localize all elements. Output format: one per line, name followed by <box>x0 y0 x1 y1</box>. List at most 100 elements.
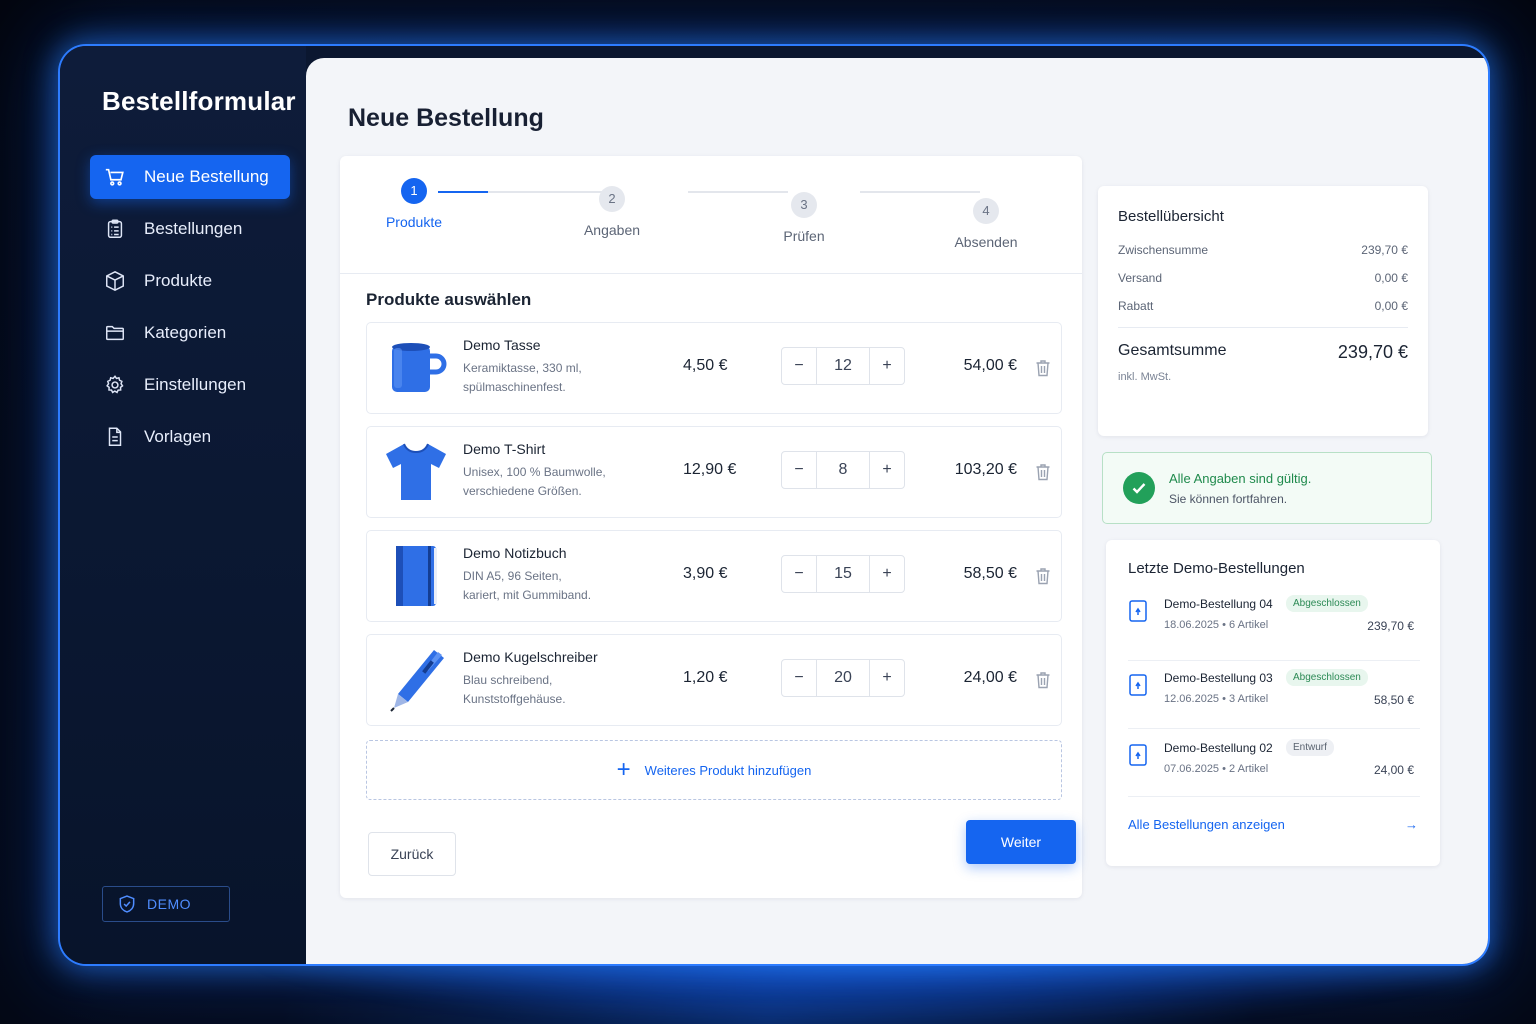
summary-label: Rabatt <box>1118 299 1154 313</box>
product-row: Demo T-Shirt Unisex, 100 % Baumwolle, ver… <box>366 426 1062 518</box>
notebook-icon <box>377 537 455 615</box>
tax-note: inkl. MwSt. <box>1118 371 1172 383</box>
status-badge: Entwurf <box>1286 739 1334 756</box>
product-price: 3,90 € <box>683 565 728 582</box>
sidebar-item-label: Einstellungen <box>144 375 247 394</box>
order-name: Demo-Bestellung 04 <box>1164 597 1273 611</box>
page-title: Neue Bestellung <box>348 104 544 132</box>
sidebar-item-vorlagen[interactable]: Vorlagen <box>90 415 290 459</box>
all-orders-link[interactable]: Alle Bestellungen anzeigen → <box>1128 817 1418 832</box>
sidebar-item-bestellungen[interactable]: Bestellungen <box>90 207 290 251</box>
step-label: Prüfen <box>783 228 825 244</box>
quantity-stepper: − 12 + <box>781 347 905 385</box>
order-item[interactable]: Demo-Bestellung 02 Entwurf 07.06.2025 • … <box>1128 729 1420 797</box>
back-button[interactable]: Zurück <box>368 832 456 876</box>
sidebar-item-kategorien[interactable]: Kategorien <box>90 311 290 355</box>
order-form-card: 1 Produkte 2 Angaben 3 Prüfen 4 Absenden… <box>340 156 1082 898</box>
add-product-button[interactable]: + Weiteres Produkt hinzufügen <box>366 740 1062 800</box>
summary-value: 239,70 € <box>1361 243 1408 257</box>
decrease-button[interactable]: − <box>782 348 816 384</box>
decrease-button[interactable]: − <box>782 660 816 696</box>
increase-button[interactable]: + <box>870 556 904 592</box>
step-pruefen[interactable]: 3 Prüfen <box>744 192 864 244</box>
product-price: 1,20 € <box>683 669 728 686</box>
summary-row: Versand 0,00 € <box>1118 271 1408 285</box>
product-description: Keramiktasse, 330 ml, spülmaschinenfest. <box>463 361 582 394</box>
product-total: 103,20 € <box>954 461 1017 478</box>
trash-icon[interactable] <box>1035 567 1051 585</box>
increase-button[interactable]: + <box>870 452 904 488</box>
clipboard-icon <box>104 218 126 240</box>
step-label: Absenden <box>954 234 1018 250</box>
order-amount: 58,50 € <box>1373 693 1414 707</box>
quantity-value[interactable]: 12 <box>816 348 870 384</box>
product-name: Demo T-Shirt <box>463 441 546 457</box>
step-label: Angaben <box>583 222 641 238</box>
quantity-stepper: − 8 + <box>781 451 905 489</box>
quantity-value[interactable]: 8 <box>816 452 870 488</box>
stepper: 1 Produkte 2 Angaben 3 Prüfen 4 Absenden <box>340 156 1082 274</box>
trash-icon[interactable] <box>1035 463 1051 481</box>
summary-row: Zwischensumme 239,70 € <box>1118 243 1408 257</box>
step-absenden[interactable]: 4 Absenden <box>926 198 1046 250</box>
product-name: Demo Notizbuch <box>463 545 567 561</box>
divider <box>1118 327 1408 328</box>
sidebar-item-einstellungen[interactable]: Einstellungen <box>90 363 290 407</box>
summary-label: Versand <box>1118 271 1163 285</box>
arrow-right-icon: → <box>1405 817 1418 832</box>
decrease-button[interactable]: − <box>782 556 816 592</box>
status-badge: Abgeschlossen <box>1286 595 1368 612</box>
order-item[interactable]: Demo-Bestellung 04 Abgeschlossen 18.06.2… <box>1128 593 1420 661</box>
order-name: Demo-Bestellung 03 <box>1164 671 1273 685</box>
validation-alert: Alle Angaben sind gültig. Sie können for… <box>1102 452 1432 524</box>
next-button[interactable]: Weiter <box>966 820 1076 864</box>
increase-button[interactable]: + <box>870 348 904 384</box>
sidebar-item-produkte[interactable]: Produkte <box>90 259 290 303</box>
sidebar-item-label: Neue Bestellung <box>144 167 269 186</box>
order-meta: 12.06.2025 • 3 Artikel <box>1164 693 1269 705</box>
sidebar-item-neue-bestellung[interactable]: Neue Bestellung <box>90 155 290 199</box>
sidebar: Bestellformular Neue Bestellung Bestellu… <box>60 46 306 964</box>
plus-icon: + <box>616 756 631 783</box>
sidebar-item-label: Vorlagen <box>144 427 212 446</box>
product-row: Demo Tasse Keramiktasse, 330 ml, spülmasc… <box>366 322 1062 414</box>
trash-icon[interactable] <box>1035 671 1051 689</box>
quantity-value[interactable]: 20 <box>816 660 870 696</box>
all-orders-label: Alle Bestellungen anzeigen <box>1128 817 1285 832</box>
quantity-value[interactable]: 15 <box>816 556 870 592</box>
increase-button[interactable]: + <box>870 660 904 696</box>
step-produkte[interactable]: 1 Produkte <box>354 178 474 230</box>
demo-badge: DEMO <box>102 886 230 922</box>
quantity-stepper: − 15 + <box>781 555 905 593</box>
validation-subtitle: Sie können fortfahren. <box>1169 491 1288 506</box>
sidebar-item-label: Bestellungen <box>144 219 243 238</box>
order-amount: 239,70 € <box>1367 619 1414 633</box>
product-total: 24,00 € <box>963 669 1017 686</box>
summary-value: 0,00 € <box>1374 271 1408 285</box>
product-row: Demo Notizbuch DIN A5, 96 Seiten, kariert… <box>366 530 1062 622</box>
summary-label: Zwischensumme <box>1118 243 1209 257</box>
trash-icon[interactable] <box>1035 359 1051 377</box>
summary-total: Gesamtsumme 239,70 € <box>1118 342 1408 363</box>
step-number: 4 <box>973 198 999 224</box>
check-circle-icon <box>1123 472 1155 504</box>
product-description: Blau schreibend, Kunststoffgehäuse. <box>463 673 566 706</box>
mug-icon <box>377 329 455 407</box>
quantity-stepper: − 20 + <box>781 659 905 697</box>
pen-icon <box>377 641 455 719</box>
demo-label: DEMO <box>147 896 191 912</box>
order-document-icon <box>1129 744 1147 766</box>
decrease-button[interactable]: − <box>782 452 816 488</box>
order-item[interactable]: Demo-Bestellung 03 Abgeschlossen 12.06.2… <box>1128 661 1420 729</box>
app-window: Bestellformular Neue Bestellung Bestellu… <box>60 46 1488 964</box>
step-label: Produkte <box>385 214 443 230</box>
product-total: 54,00 € <box>963 357 1017 374</box>
step-angaben[interactable]: 2 Angaben <box>552 186 672 238</box>
document-icon <box>104 426 126 448</box>
product-row: Demo Kugelschreiber Blau schreibend, Kuns… <box>366 634 1062 726</box>
sidebar-item-label: Kategorien <box>144 323 227 342</box>
summary-title: Bestellübersicht <box>1118 208 1224 225</box>
step-number: 2 <box>599 186 625 212</box>
product-name: Demo Tasse <box>463 337 541 353</box>
order-document-icon <box>1129 600 1147 622</box>
